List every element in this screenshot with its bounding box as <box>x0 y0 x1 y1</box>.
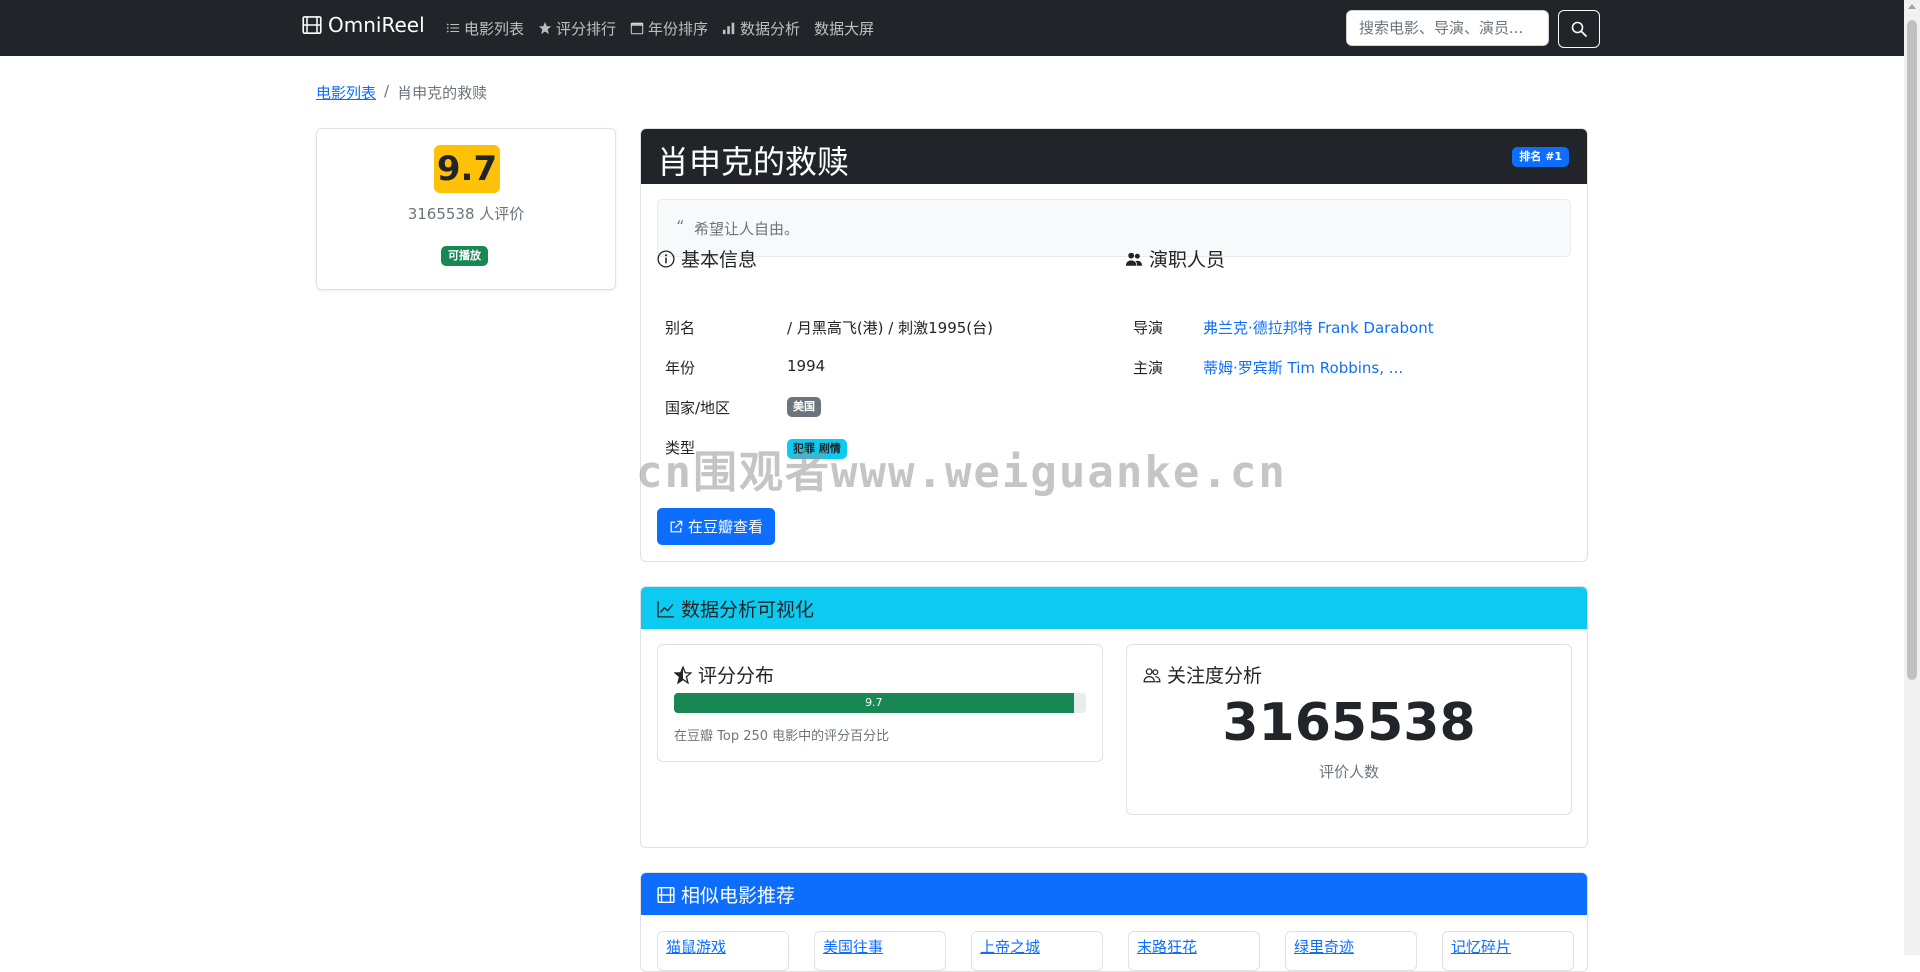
similar-movie-item[interactable]: 绿里奇迹 <box>1285 931 1417 971</box>
similar-header: 相似电影推荐 <box>641 873 1587 915</box>
list-icon <box>446 23 460 33</box>
rating-count-label: 评价人数 <box>1318 763 1379 781</box>
actors-label: 主演 <box>1133 359 1164 377</box>
attention-title: 关注度分析 <box>1167 665 1263 687</box>
actors-link[interactable]: 蒂姆·罗宾斯 Tim Robbins, ... <box>1203 357 1403 378</box>
director-label: 导演 <box>1133 319 1164 337</box>
search-icon <box>1571 21 1587 37</box>
movie-header: 肖申克的救赎 排名 #1 <box>641 129 1587 184</box>
scroll-thumb[interactable] <box>1907 20 1917 680</box>
basic-info-title: 基本信息 <box>681 249 758 271</box>
rating-count: 3165538 人评价 <box>407 205 525 223</box>
douban-button[interactable]: 在豆瓣查看 <box>657 508 776 545</box>
info-icon <box>657 249 675 268</box>
nav-movie-list[interactable]: 电影列表 <box>446 18 524 39</box>
year-label: 年份 <box>665 359 696 377</box>
search-input[interactable] <box>1346 10 1549 46</box>
film-icon <box>302 16 322 34</box>
watermark: cn围观者www.weiguanke.cn <box>636 447 1287 498</box>
similar-list: 猫鼠游戏 美国往事 上帝之城 末路狂花 绿里奇迹 记忆碎片 <box>657 931 1574 971</box>
breadcrumb-current: 肖申克的救赎 <box>397 84 488 102</box>
nav-year-sort[interactable]: 年份排序 <box>630 18 708 39</box>
alias-label: 别名 <box>665 319 696 337</box>
douban-button-label: 在豆瓣查看 <box>688 518 764 536</box>
country-badge: 美国 <box>787 397 821 417</box>
rating-count-number: 3165538 <box>1222 693 1476 753</box>
external-link-icon <box>670 520 683 532</box>
analysis-title: 数据分析可视化 <box>681 599 815 621</box>
nav-year-sort-label: 年份排序 <box>648 19 709 38</box>
analysis-header: 数据分析可视化 <box>641 587 1587 629</box>
similar-heading: 相似电影推荐 <box>657 881 795 908</box>
attention-card: 关注度分析 3165538 评价人数 <box>1126 644 1572 815</box>
similar-movie-item[interactable]: 末路狂花 <box>1128 931 1260 971</box>
quote-text: 希望让人自由。 <box>694 220 800 238</box>
brand-link[interactable]: OmniReel <box>302 13 425 37</box>
breadcrumb-separator: / <box>384 82 390 100</box>
nav-dashboard[interactable]: 数据大屏 <box>814 18 874 39</box>
scroll-up-arrow-icon[interactable] <box>1908 4 1916 9</box>
similar-movie-item[interactable]: 上帝之城 <box>971 931 1103 971</box>
rating-distribution-card: 评分分布 9.7 在豆瓣 Top 250 电影中的评分百分比 <box>657 644 1103 762</box>
nav-data-analysis[interactable]: 数据分析 <box>722 18 800 39</box>
nav-links: 电影列表 评分排行 年份排序 数据分析 数据大屏 <box>446 0 874 56</box>
breadcrumb-movie-list[interactable]: 电影列表 <box>316 82 376 103</box>
similar-movie-item[interactable]: 记忆碎片 <box>1442 931 1574 971</box>
nav-data-analysis-label: 数据分析 <box>740 19 801 38</box>
attention-heading: 关注度分析 <box>1143 661 1262 688</box>
page-scrollbar[interactable] <box>1904 0 1920 955</box>
rating-distribution-heading: 评分分布 <box>674 661 774 688</box>
quote-icon: “ <box>676 217 685 236</box>
analysis-heading: 数据分析可视化 <box>657 595 814 622</box>
playable-badge: 可播放 <box>441 246 488 266</box>
people-icon <box>1125 252 1143 266</box>
quote-box: “ 希望让人自由。 <box>657 199 1571 257</box>
year-value: 1994 <box>787 357 826 375</box>
similar-movie-item[interactable]: 美国往事 <box>814 931 946 971</box>
film-icon <box>657 886 675 903</box>
breadcrumb: 电影列表 / 肖申克的救赎 <box>316 82 487 103</box>
line-chart-icon <box>657 600 674 618</box>
star-icon <box>538 21 552 35</box>
calendar-icon <box>630 22 644 35</box>
nav-movie-list-label: 电影列表 <box>464 19 525 38</box>
rank-badge: 排名 #1 <box>1512 147 1569 167</box>
director-link[interactable]: 弗兰克·德拉邦特 Frank Darabont <box>1203 317 1434 338</box>
similar-title: 相似电影推荐 <box>681 885 796 907</box>
brand-name: OmniReel <box>328 13 425 37</box>
cast-title: 演职人员 <box>1149 249 1226 271</box>
search-button[interactable] <box>1558 10 1600 48</box>
score-card: 9.7 3165538 人评价 可播放 <box>316 128 616 290</box>
cast-heading: 演职人员 <box>1125 245 1225 272</box>
analysis-card: 数据分析可视化 评分分布 9.7 在豆瓣 Top 250 电影中的评分百分比 关… <box>640 586 1588 848</box>
nav-rating-rank[interactable]: 评分排行 <box>538 18 616 39</box>
people-outline-icon <box>1143 667 1161 682</box>
rating-distribution-title: 评分分布 <box>698 665 775 687</box>
country-label: 国家/地区 <box>665 399 731 417</box>
similar-movie-item[interactable]: 猫鼠游戏 <box>657 931 789 971</box>
top-navbar: OmniReel 电影列表 评分排行 年份排序 数据分析 数据大屏 <box>0 0 1904 56</box>
similar-movies-card: 相似电影推荐 猫鼠游戏 美国往事 上帝之城 末路狂花 绿里奇迹 记忆碎片 <box>640 872 1588 972</box>
bar-chart-icon <box>722 22 735 35</box>
star-half-icon <box>674 665 692 684</box>
alias-value: / 月黑高飞(港) / 刺激1995(台) <box>787 319 993 337</box>
rating-distribution-note: 在豆瓣 Top 250 电影中的评分百分比 <box>674 729 890 744</box>
nav-rating-rank-label: 评分排行 <box>556 19 617 38</box>
nav-dashboard-label: 数据大屏 <box>814 19 875 38</box>
rating-progress-bar: 9.7 <box>674 693 1086 713</box>
score-badge: 9.7 <box>434 145 500 193</box>
rating-progress-fill: 9.7 <box>674 693 1074 713</box>
page-title: 肖申克的救赎 <box>657 143 850 181</box>
basic-info-heading: 基本信息 <box>657 245 757 272</box>
